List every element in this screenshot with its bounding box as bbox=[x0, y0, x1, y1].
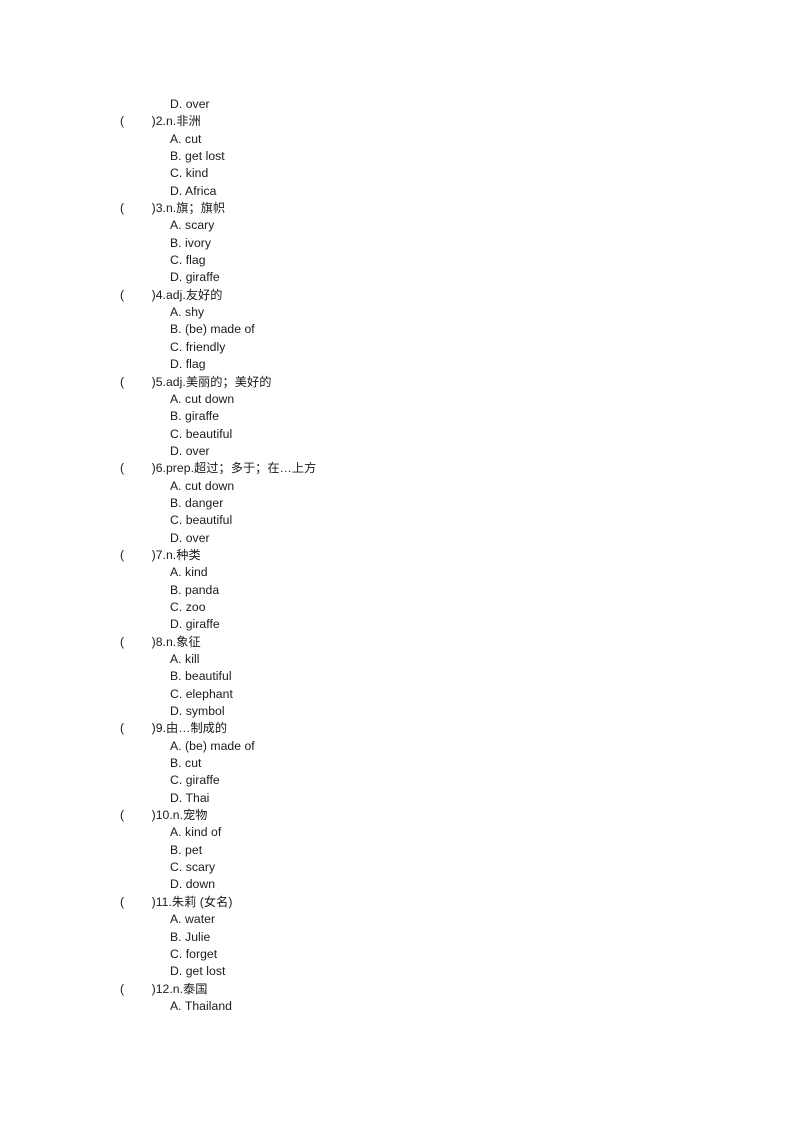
question-stem-2[interactable]: ( )2.n.非洲 bbox=[120, 113, 740, 130]
question-stem-8[interactable]: ( )8.n.象征 bbox=[120, 634, 740, 651]
option-7-a[interactable]: A. kind bbox=[120, 564, 740, 581]
option-3-a[interactable]: A. scary bbox=[120, 217, 740, 234]
question-stem-9[interactable]: ( )9.由…制成的 bbox=[120, 720, 740, 737]
document-page: D. over ( )2.n.非洲 A. cut B. get lost C. … bbox=[0, 0, 794, 1123]
option-5-c[interactable]: C. beautiful bbox=[120, 426, 740, 443]
question-stem-4[interactable]: ( )4.adj.友好的 bbox=[120, 287, 740, 304]
question-stem-5[interactable]: ( )5.adj.美丽的；美好的 bbox=[120, 374, 740, 391]
option-3-b[interactable]: B. ivory bbox=[120, 235, 740, 252]
option-4-c[interactable]: C. friendly bbox=[120, 339, 740, 356]
option-3-d[interactable]: D. giraffe bbox=[120, 269, 740, 286]
question-stem-6[interactable]: ( )6.prep.超过；多于；在…上方 bbox=[120, 460, 740, 477]
option-5-a[interactable]: A. cut down bbox=[120, 391, 740, 408]
option-10-c[interactable]: C. scary bbox=[120, 859, 740, 876]
option-11-d[interactable]: D. get lost bbox=[120, 963, 740, 980]
option-10-d[interactable]: D. down bbox=[120, 876, 740, 893]
question-stem-3[interactable]: ( )3.n.旗；旗帜 bbox=[120, 200, 740, 217]
option-8-a[interactable]: A. kill bbox=[120, 651, 740, 668]
question-stem-10[interactable]: ( )10.n.宠物 bbox=[120, 807, 740, 824]
option-2-d[interactable]: D. Africa bbox=[120, 183, 740, 200]
option-10-b[interactable]: B. pet bbox=[120, 842, 740, 859]
option-7-b[interactable]: B. panda bbox=[120, 582, 740, 599]
option-11-c[interactable]: C. forget bbox=[120, 946, 740, 963]
option-4-b[interactable]: B. (be) made of bbox=[120, 321, 740, 338]
option-7-c[interactable]: C. zoo bbox=[120, 599, 740, 616]
option-2-c[interactable]: C. kind bbox=[120, 165, 740, 182]
option-4-d[interactable]: D. flag bbox=[120, 356, 740, 373]
option-4-a[interactable]: A. shy bbox=[120, 304, 740, 321]
question-stem-12[interactable]: ( )12.n.泰国 bbox=[120, 981, 740, 998]
option-8-c[interactable]: C. elephant bbox=[120, 686, 740, 703]
option-6-a[interactable]: A. cut down bbox=[120, 478, 740, 495]
orphan-option-line: D. over bbox=[170, 97, 210, 111]
option-5-b[interactable]: B. giraffe bbox=[120, 408, 740, 425]
option-8-d[interactable]: D. symbol bbox=[120, 703, 740, 720]
option-12-a[interactable]: A. Thailand bbox=[120, 998, 740, 1015]
option-11-a[interactable]: A. water bbox=[120, 911, 740, 928]
worksheet-body: D. over ( )2.n.非洲 A. cut B. get lost C. … bbox=[120, 96, 740, 1015]
question-stem-7[interactable]: ( )7.n.种类 bbox=[120, 547, 740, 564]
option-9-a[interactable]: A. (be) made of bbox=[120, 738, 740, 755]
option-5-d[interactable]: D. over bbox=[120, 443, 740, 460]
option-10-a[interactable]: A. kind of bbox=[120, 824, 740, 841]
option-6-d[interactable]: D. over bbox=[120, 530, 740, 547]
option-7-d[interactable]: D. giraffe bbox=[120, 616, 740, 633]
option-11-b[interactable]: B. Julie bbox=[120, 929, 740, 946]
question-stem-11[interactable]: ( )11.朱莉 (女名) bbox=[120, 894, 740, 911]
option-3-c[interactable]: C. flag bbox=[120, 252, 740, 269]
option-2-b[interactable]: B. get lost bbox=[120, 148, 740, 165]
option-9-c[interactable]: C. giraffe bbox=[120, 772, 740, 789]
option-9-d[interactable]: D. Thai bbox=[120, 790, 740, 807]
option-9-b[interactable]: B. cut bbox=[120, 755, 740, 772]
option-6-c[interactable]: C. beautiful bbox=[120, 512, 740, 529]
option-2-a[interactable]: A. cut bbox=[120, 131, 740, 148]
option-6-b[interactable]: B. danger bbox=[120, 495, 740, 512]
option-8-b[interactable]: B. beautiful bbox=[120, 668, 740, 685]
